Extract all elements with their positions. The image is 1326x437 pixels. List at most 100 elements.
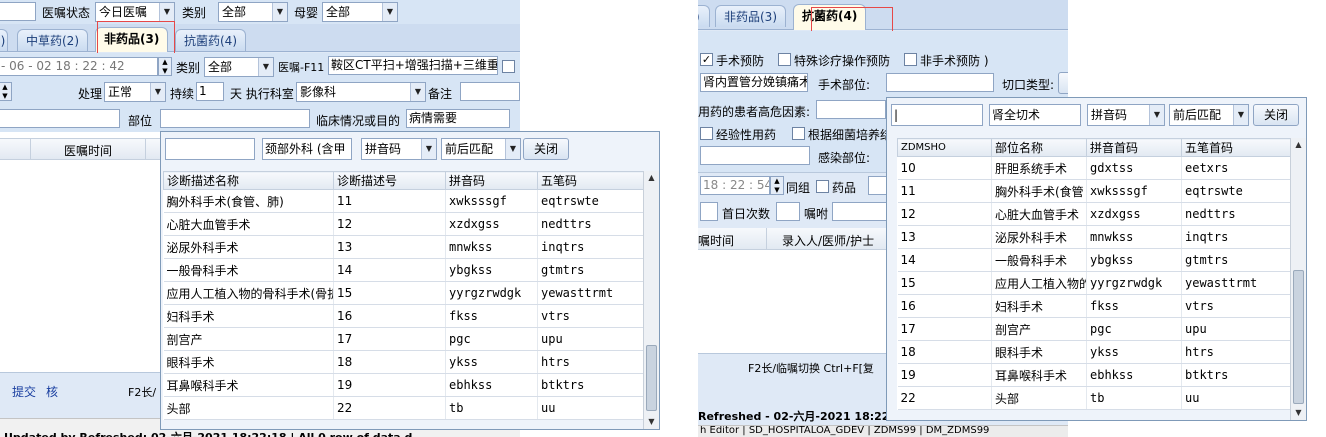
verify-link[interactable]: 核	[46, 383, 58, 400]
tab-herbal[interactable]: 中草药(2)	[17, 29, 88, 51]
column-header[interactable]: 诊断描述号	[333, 171, 446, 190]
spin-icon[interactable]: ▲ ▼	[158, 57, 172, 76]
handle-select[interactable]: 正常 ▼	[104, 82, 166, 102]
left-mid-field[interactable]	[700, 146, 810, 165]
column-header[interactable]: 五笔首码	[1181, 138, 1291, 157]
tab-prev-fragment[interactable]: 2)	[0, 29, 8, 51]
top-left-field[interactable]	[0, 2, 36, 21]
empirical-checkbox[interactable]	[700, 127, 713, 140]
special-checkbox[interactable]	[778, 53, 791, 66]
lookup-scrollbar[interactable]: ▲ ▼	[1290, 138, 1306, 420]
lookup-match-select[interactable]: 前后匹配 ▼	[1169, 104, 1249, 126]
first-day-field[interactable]	[776, 202, 800, 221]
note-field[interactable]	[460, 82, 520, 101]
table-row[interactable]: 剖宫产 17 pgc upu	[163, 327, 644, 351]
drug-field[interactable]	[868, 176, 888, 195]
table-row[interactable]: 泌尿外科手术 13 mnwkss inqtrs	[163, 235, 644, 259]
table-row[interactable]: 应用人工植入物的骨科手术(骨折 15 yyrgzrwdgk yewasttrmt	[163, 281, 644, 305]
lookup-dept-field[interactable]: 颈部外科 (含甲	[262, 138, 352, 160]
non-surgical-checkbox[interactable]	[904, 53, 917, 66]
lookup-name-field[interactable]: 肾全切术	[989, 104, 1081, 126]
column-header[interactable]: 诊断描述名称	[163, 171, 334, 190]
table-row[interactable]: 18 眼科手术 ykss htrs	[897, 340, 1291, 364]
handle-value: 正常	[108, 85, 133, 99]
lookup-close-button[interactable]: 关闭	[1253, 104, 1299, 126]
submit-link[interactable]: 提交	[12, 383, 36, 400]
scroll-up-icon[interactable]: ▲	[644, 171, 659, 185]
table-row[interactable]: 17 剖宫产 pgc upu	[897, 317, 1291, 341]
chevron-down-icon[interactable]: ▼	[258, 58, 273, 76]
scroll-thumb[interactable]	[1293, 270, 1304, 404]
lookup-scrollbar[interactable]: ▲ ▼	[643, 171, 659, 429]
procedure-field[interactable]: 肾内置管分娩镇痛术	[700, 73, 808, 92]
table-row[interactable]: 头部 22 tb uu	[163, 396, 644, 420]
culture-checkbox[interactable]	[792, 127, 805, 140]
chevron-down-icon[interactable]: ▼	[150, 83, 165, 101]
table-row[interactable]: 眼科手术 18 ykss htrs	[163, 350, 644, 374]
spin-icon[interactable]: ▲ ▼	[0, 82, 12, 101]
chevron-down-icon[interactable]: ▼	[505, 139, 520, 159]
row3-left-field[interactable]	[0, 109, 120, 128]
table-row[interactable]: 耳鼻喉科手术 19 ebhkss btktrs	[163, 373, 644, 397]
table-row[interactable]: 19 耳鼻喉科手术 ebhkss btktrs	[897, 363, 1291, 387]
column-header[interactable]: 拼音首码	[1086, 138, 1182, 157]
table-row[interactable]: 12 心脏大血管手术 xzdxgss nedttrs	[897, 202, 1291, 226]
lookup-search-input[interactable]: |	[891, 104, 983, 126]
table-row[interactable]: 11 胸外科手术(食管 xwksssgf eqtrswte	[897, 179, 1291, 203]
table-row[interactable]: 16 妇科手术 fkss vtrs	[897, 294, 1291, 318]
order-datetime-field[interactable]: - 06 - 02 18 : 22 : 42	[0, 57, 158, 76]
row1-checkbox[interactable]	[502, 60, 515, 73]
mother-baby-select[interactable]: 全部 ▼	[322, 2, 398, 22]
column-header[interactable]: ZDMSHO	[897, 138, 992, 157]
table-row[interactable]: 13 泌尿外科手术 mnwkss inqtrs	[897, 225, 1291, 249]
lookup-match-select[interactable]: 前后匹配 ▼	[441, 138, 521, 160]
chevron-down-icon[interactable]: ▼	[382, 3, 397, 21]
table-row[interactable]: 心脏大血管手术 12 xzdxgss nedttrs	[163, 212, 644, 236]
scroll-down-icon[interactable]: ▼	[644, 415, 659, 429]
instruct-field[interactable]	[832, 202, 892, 221]
category-select[interactable]: 全部 ▼	[218, 2, 288, 22]
lookup-mode-select[interactable]: 拼音码 ▼	[1087, 104, 1165, 126]
incision-button[interactable]	[1058, 72, 1068, 94]
site-field[interactable]	[160, 109, 310, 128]
surgical-checkbox[interactable]: ✓	[700, 53, 713, 66]
dose-field[interactable]	[700, 202, 718, 221]
chevron-down-icon[interactable]: ▼	[410, 83, 425, 101]
row1-category-select[interactable]: 全部 ▼	[204, 57, 274, 77]
order-status-select[interactable]: 今日医嘱 ▼	[95, 2, 175, 22]
scroll-down-icon[interactable]: ▼	[1291, 406, 1306, 420]
tab-antibiotic[interactable]: 抗菌药(4)	[175, 29, 246, 51]
column-header[interactable]: 五笔码	[537, 171, 644, 190]
drug-checkbox[interactable]	[816, 180, 829, 193]
clinical-field[interactable]: 病情需要	[406, 109, 510, 128]
tab-prev-fragment[interactable]: )	[698, 5, 710, 27]
column-header[interactable]: 部位名称	[991, 138, 1087, 157]
continuous-field[interactable]: 1	[196, 82, 224, 101]
same-group-label: 同组	[786, 181, 811, 195]
spin-icon[interactable]: ▲ ▼	[770, 176, 784, 195]
risk-field[interactable]	[816, 100, 886, 119]
table-row[interactable]: 妇科手术 16 fkss vtrs	[163, 304, 644, 328]
lookup-mode-select[interactable]: 拼音码 ▼	[361, 138, 437, 160]
chevron-down-icon[interactable]: ▼	[1233, 105, 1248, 125]
table-row[interactable]: 22 头部 tb uu	[897, 386, 1291, 410]
table-row[interactable]: 10 肝胆系统手术 gdxtss eetxrs	[897, 156, 1291, 180]
chevron-down-icon[interactable]: ▼	[272, 3, 287, 21]
scroll-thumb[interactable]	[646, 345, 657, 411]
table-row[interactable]: 14 一般骨科手术 ybgkss gtmtrs	[897, 248, 1291, 272]
surgery-site-field[interactable]	[886, 73, 994, 92]
scroll-up-icon[interactable]: ▲	[1291, 138, 1306, 152]
exec-dept-select[interactable]: 影像科 ▼	[296, 82, 426, 102]
table-row[interactable]: 15 应用人工植入物的 yyrgzrwdgk yewasttrmt	[897, 271, 1291, 295]
chevron-down-icon[interactable]: ▼	[421, 139, 436, 159]
table-row[interactable]: 胸外科手术(食管、肺) 11 xwksssgf eqtrswte	[163, 189, 644, 213]
lookup-search-input[interactable]	[165, 138, 255, 160]
datetime-field[interactable]: 18 : 22 : 54	[700, 176, 770, 195]
order-item-field[interactable]: 鞍区CT平扫+增强扫描+三维重建	[328, 56, 498, 75]
lookup-close-button[interactable]: 关闭	[523, 138, 569, 160]
chevron-down-icon[interactable]: ▼	[1149, 105, 1164, 125]
tab-non-drug[interactable]: 非药品(3)	[715, 5, 786, 27]
chevron-down-icon[interactable]: ▼	[159, 3, 174, 21]
table-row[interactable]: 一般骨科手术 14 ybgkss gtmtrs	[163, 258, 644, 282]
column-header[interactable]: 拼音码	[445, 171, 538, 190]
